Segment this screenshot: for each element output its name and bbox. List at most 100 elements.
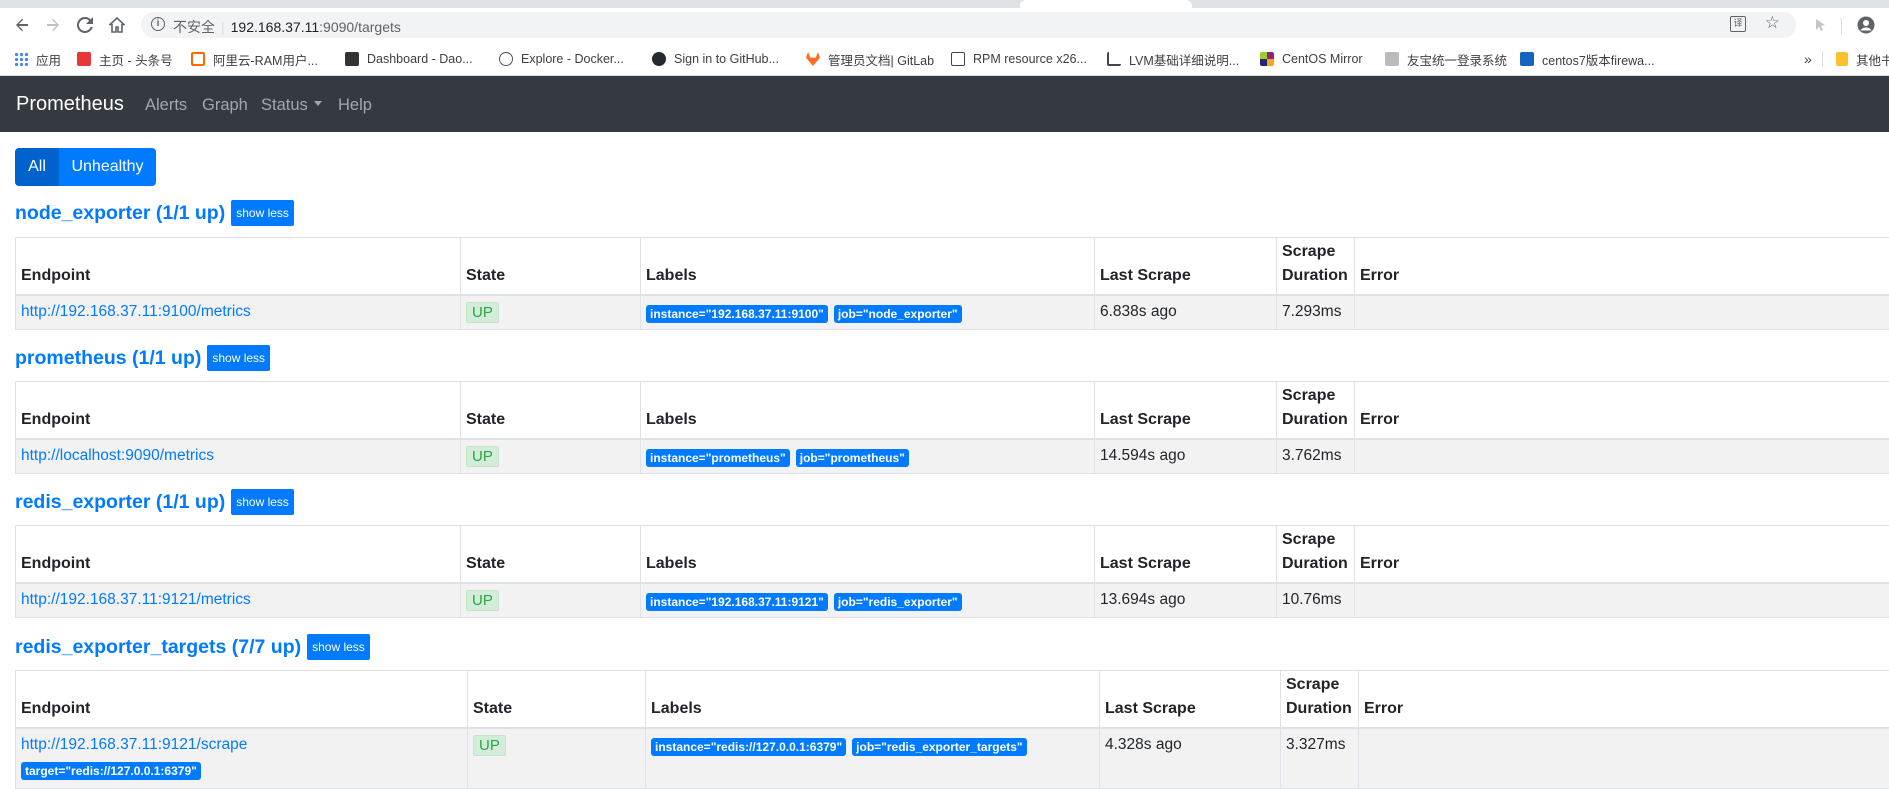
- bookmark-item[interactable]: CentOS Mirror: [1260, 50, 1363, 68]
- column-header-scrape-duration: Scrape Duration: [1286, 676, 1352, 717]
- column-header-last-scrape: Last Scrape: [1100, 267, 1191, 284]
- table-header-row: Endpoint State Labels Last Scrape Scrape…: [16, 526, 1889, 584]
- url-host: 192.168.37.11: [230, 19, 320, 35]
- bookmark-label: 阿里云-RAM用户...: [213, 53, 318, 68]
- extension-icon[interactable]: [1810, 14, 1832, 36]
- column-header-state: State: [473, 700, 513, 717]
- browser-chrome: i 不安全 | 192.168.37.11:9090/targets 译 ☆ 应用 …: [0, 0, 1889, 76]
- labels-list: instance="192.168.37.11:9100" job="node_e…: [646, 305, 962, 323]
- home-button[interactable]: [105, 14, 129, 36]
- tab-inactive[interactable]: [0, 0, 1020, 8]
- bookmark-item[interactable]: 管理员文档| GitLab: [806, 50, 934, 68]
- job-title-link[interactable]: redis_exporter_targets (7/7 up): [15, 636, 301, 659]
- state-badge: UP: [473, 735, 506, 756]
- bookmark-item[interactable]: 友宝统一登录系统: [1385, 50, 1507, 68]
- bookmark-item[interactable]: 应用: [14, 50, 61, 68]
- endpoint-link[interactable]: http://192.168.37.11:9121/metrics: [21, 591, 251, 609]
- nav-status-label: Status: [261, 96, 308, 114]
- target-label-badge: target="redis://127.0.0.1:6379": [21, 762, 201, 780]
- show-less-button[interactable]: show less: [231, 200, 294, 226]
- job-title-link[interactable]: node_exporter (1/1 up): [15, 202, 225, 225]
- table-row: http://192.168.37.11:9121/scrape target=…: [16, 729, 1889, 789]
- bookmark-label: Dashboard - Dao...: [367, 52, 473, 66]
- table-row: http://localhost:9090/metrics UP instanc…: [16, 440, 1889, 474]
- back-button[interactable]: [10, 14, 34, 36]
- bookmark-star-icon[interactable]: ☆: [1765, 13, 1780, 33]
- endpoint-link[interactable]: http://192.168.37.11:9100/metrics: [21, 303, 251, 321]
- bookmark-item[interactable]: 主页 - 头条号: [77, 50, 173, 68]
- tab-active[interactable]: [1020, 0, 1192, 8]
- nav-alerts[interactable]: Alerts: [145, 96, 187, 115]
- bookmark-item[interactable]: centos7版本firewa...: [1520, 50, 1655, 68]
- column-header-error: Error: [1364, 700, 1404, 717]
- label-badge: job="redis_exporter_targets": [852, 738, 1027, 756]
- bookmark-label: CentOS Mirror: [1282, 52, 1363, 66]
- nav-graph[interactable]: Graph: [202, 96, 248, 115]
- label-badge: instance="192.168.37.11:9100": [646, 305, 828, 323]
- filter-all-button[interactable]: All: [15, 148, 59, 186]
- show-less-button[interactable]: show less: [307, 634, 370, 660]
- table-header-row: Endpoint State Labels Last Scrape Scrape…: [16, 671, 1889, 729]
- info-icon[interactable]: i: [151, 17, 165, 31]
- other-bookmarks-folder[interactable]: 其他书: [1836, 50, 1889, 68]
- back-arrow-icon: [16, 18, 28, 32]
- url-security-label: 不安全: [173, 19, 215, 35]
- bookmark-item[interactable]: 阿里云-RAM用户...: [191, 50, 318, 68]
- nav-help[interactable]: Help: [338, 96, 372, 115]
- label-badge: instance="prometheus": [646, 449, 790, 467]
- endpoint-link[interactable]: http://192.168.37.11:9121/scrape: [21, 736, 247, 754]
- caret-down-icon: [313, 101, 322, 107]
- column-header-labels: Labels: [646, 411, 697, 428]
- job-title-link[interactable]: redis_exporter (1/1 up): [15, 491, 225, 514]
- top-navbar: Prometheus Alerts Graph Status Help: [0, 76, 1889, 132]
- state-badge: UP: [466, 590, 499, 611]
- apps-grid-icon: [14, 52, 28, 66]
- column-header-endpoint: Endpoint: [21, 411, 91, 428]
- column-header-scrape-duration: Scrape Duration: [1282, 243, 1348, 284]
- bookmark-item[interactable]: Explore - Docker...: [499, 50, 624, 68]
- translate-icon[interactable]: 译: [1730, 16, 1746, 32]
- more-bookmarks-button[interactable]: »: [1804, 50, 1812, 68]
- filter-unhealthy-button[interactable]: Unhealthy: [59, 148, 156, 186]
- label-badge: job="prometheus": [795, 449, 909, 467]
- column-header-endpoint: Endpoint: [21, 555, 91, 572]
- bookmark-item[interactable]: RPM resource x26...: [951, 50, 1087, 68]
- bookmarks-bar: 应用 主页 - 头条号 阿里云-RAM用户... Dashboard - Dao…: [0, 42, 1889, 76]
- forward-button[interactable]: [41, 14, 65, 36]
- bookmark-label: centos7版本firewa...: [1542, 53, 1655, 68]
- centos-icon: [1260, 52, 1274, 66]
- column-header-scrape-duration: Scrape Duration: [1282, 531, 1348, 572]
- scrape-duration-value: 7.293ms: [1282, 303, 1342, 320]
- show-less-button[interactable]: show less: [207, 345, 271, 371]
- job-header: node_exporter (1/1 up) show less: [15, 200, 294, 226]
- url-text[interactable]: 不安全 | 192.168.37.11:9090/targets: [173, 17, 401, 37]
- column-header-last-scrape: Last Scrape: [1100, 411, 1191, 428]
- last-scrape-value: 13.694s ago: [1100, 591, 1186, 608]
- show-less-button[interactable]: show less: [231, 489, 294, 515]
- label-badge: job="redis_exporter": [833, 593, 962, 611]
- bookmark-item[interactable]: Dashboard - Dao...: [345, 50, 473, 68]
- bookmark-item[interactable]: Sign in to GitHub...: [652, 50, 779, 68]
- last-scrape-value: 6.838s ago: [1100, 303, 1177, 320]
- bookmark-label: 应用: [36, 53, 62, 68]
- profile-button[interactable]: [1855, 14, 1877, 36]
- nav-status-dropdown[interactable]: Status: [261, 96, 322, 115]
- job-title-link[interactable]: prometheus (1/1 up): [15, 347, 201, 370]
- ubox-icon: [1385, 52, 1399, 66]
- address-bar[interactable]: i 不安全 | 192.168.37.11:9090/targets 译 ☆: [141, 12, 1796, 38]
- column-header-labels: Labels: [646, 267, 697, 284]
- more-bookmarks-label: »: [1804, 51, 1812, 67]
- brand-logo[interactable]: Prometheus: [16, 93, 124, 116]
- reload-button[interactable]: [73, 14, 97, 36]
- forward-arrow-icon: [47, 18, 59, 32]
- column-header-state: State: [466, 267, 506, 284]
- targets-table: Endpoint State Labels Last Scrape Scrape…: [15, 525, 1889, 618]
- label-badge: job="node_exporter": [833, 305, 962, 323]
- table-header-row: Endpoint State Labels Last Scrape Scrape…: [16, 238, 1889, 296]
- table-header-row: Endpoint State Labels Last Scrape Scrape…: [16, 382, 1889, 440]
- endpoint-link[interactable]: http://localhost:9090/metrics: [21, 447, 214, 465]
- bookmark-label: Sign in to GitHub...: [674, 52, 779, 66]
- bookmark-item[interactable]: LVM基础详细说明...: [1107, 50, 1239, 68]
- tab-inactive-right[interactable]: [1192, 0, 1889, 8]
- bookmarks-divider: [1822, 51, 1823, 67]
